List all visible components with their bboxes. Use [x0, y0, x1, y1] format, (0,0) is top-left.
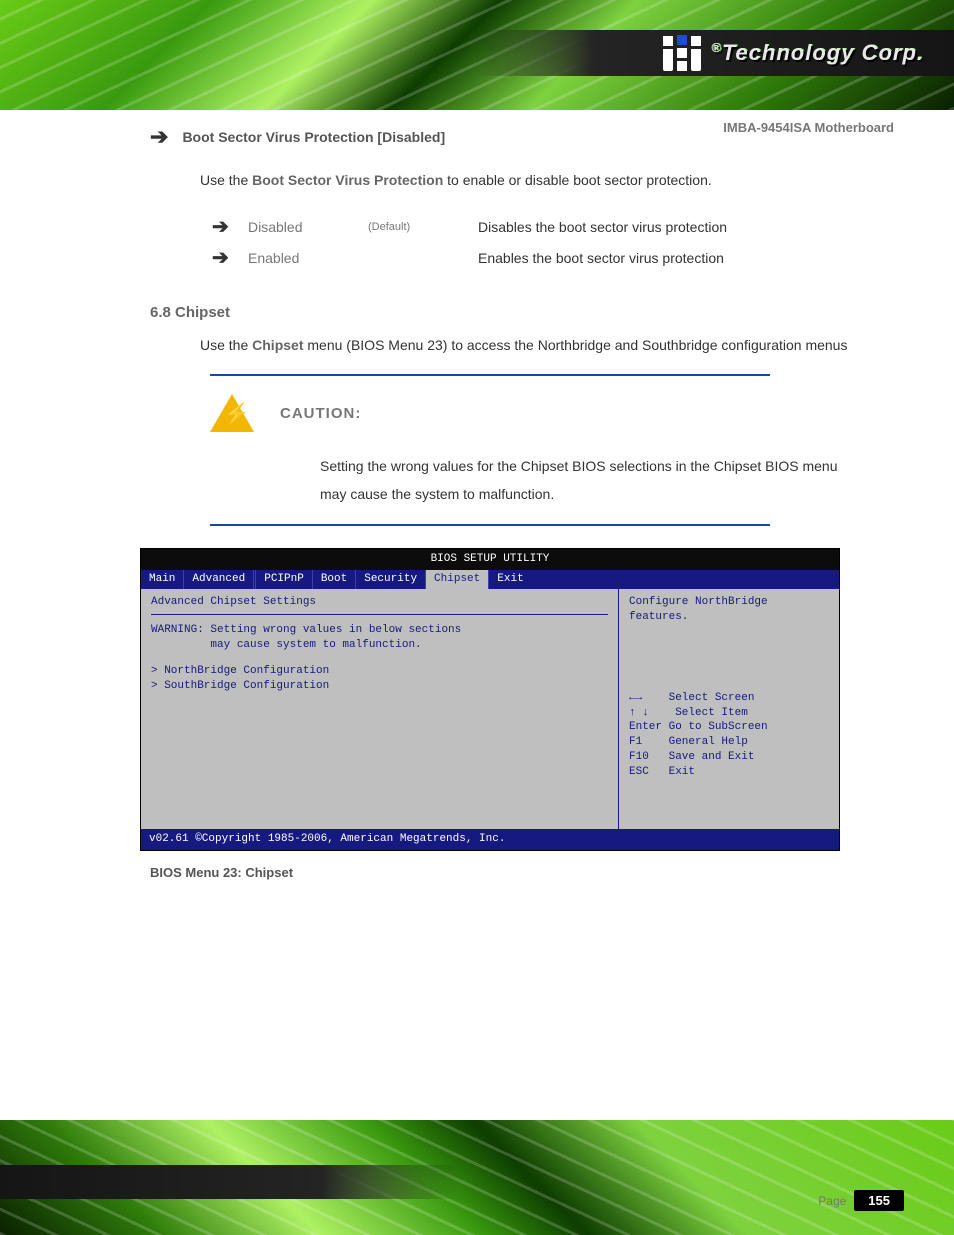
bios-hint: Configure NorthBridge features.	[629, 595, 829, 625]
bios-footer: v02.61 ©Copyright 1985-2006, American Me…	[141, 829, 839, 850]
page-number: Page 155	[818, 1190, 904, 1211]
arrow-right-icon: ➔	[212, 214, 248, 239]
bios-left-pane: Advanced Chipset Settings WARNING: Setti…	[141, 589, 618, 829]
bios-help-line: F10 Save and Exit	[629, 750, 829, 765]
bios-menu-item: > NorthBridge Configuration	[151, 664, 608, 679]
arrow-right-icon: ➔	[150, 126, 168, 148]
brand-bar: ®Technology Corp.	[474, 30, 954, 76]
option-description: Enables the boot sector virus protection	[478, 250, 724, 266]
section-heading: 6.8 Chipset	[150, 304, 894, 321]
bios-menu-item: > SouthBridge Configuration	[151, 679, 608, 694]
figure-caption: BIOS Menu 23: Chipset	[150, 865, 894, 880]
divider	[210, 524, 770, 526]
page-content: ➔ Boot Sector Virus Protection [Disabled…	[150, 118, 894, 1105]
bios-tab-bar: Main Advanced PCIPnP Boot Security Chips…	[141, 570, 839, 589]
bios-tab: Main	[141, 570, 184, 589]
bios-tab: Advanced	[184, 570, 256, 589]
caution-text: Setting the wrong values for the Chipset…	[320, 452, 840, 508]
option-heading-row: ➔ Boot Sector Virus Protection [Disabled…	[150, 126, 894, 148]
caution-icon: ⚡	[210, 394, 254, 432]
footer-dark-bar	[0, 1165, 460, 1199]
bios-help-line: F1 General Help	[629, 735, 829, 750]
bios-warning: WARNING: Setting wrong values in below s…	[151, 623, 608, 653]
bios-title: BIOS SETUP UTILITY	[141, 549, 839, 570]
bios-tab: PCIPnP	[256, 570, 313, 589]
bios-tab: Boot	[313, 570, 356, 589]
brand-logo	[663, 35, 701, 71]
bios-screenshot: BIOS SETUP UTILITY Main Advanced PCIPnP …	[140, 548, 840, 851]
bios-help-line: ←→ Select Screen	[629, 691, 829, 706]
caution-callout: ⚡ CAUTION: Setting the wrong values for …	[210, 374, 770, 526]
bios-tab-selected: Chipset	[426, 570, 489, 589]
page-label: Page	[818, 1194, 846, 1208]
bios-pane-heading: Advanced Chipset Settings	[151, 595, 608, 610]
chipset-paragraph: Use the Chipset menu (BIOS Menu 23) to a…	[200, 331, 894, 360]
option-description: Disables the boot sector virus protectio…	[478, 219, 727, 235]
caution-label: CAUTION:	[280, 405, 361, 422]
option-row: ➔ Enabled Enables the boot sector virus …	[212, 245, 894, 270]
header-decoration: ®Technology Corp.	[0, 0, 954, 110]
bios-tab: Exit	[489, 570, 531, 589]
option-name: Disabled	[248, 219, 368, 235]
footer-decoration	[0, 1120, 954, 1235]
divider	[151, 614, 608, 615]
option-heading: Boot Sector Virus Protection [Disabled]	[182, 129, 445, 145]
arrow-right-icon: ➔	[212, 245, 248, 270]
option-name: Enabled	[248, 250, 368, 266]
option-default: (Default)	[368, 221, 478, 233]
bios-help-line: ↑ ↓ Select Item	[629, 706, 829, 721]
option-intro: Use the Boot Sector Virus Protection to …	[200, 166, 894, 194]
brand-text: ®Technology Corp.	[711, 40, 924, 66]
bios-help-line: Enter Go to SubScreen	[629, 720, 829, 735]
page-number-pill: 155	[854, 1190, 904, 1211]
bios-right-pane: Configure NorthBridge features. ←→ Selec…	[619, 589, 839, 829]
bios-help-line: ESC Exit	[629, 765, 829, 780]
option-row: ➔ Disabled (Default) Disables the boot s…	[212, 214, 894, 239]
bios-tab: Security	[356, 570, 426, 589]
